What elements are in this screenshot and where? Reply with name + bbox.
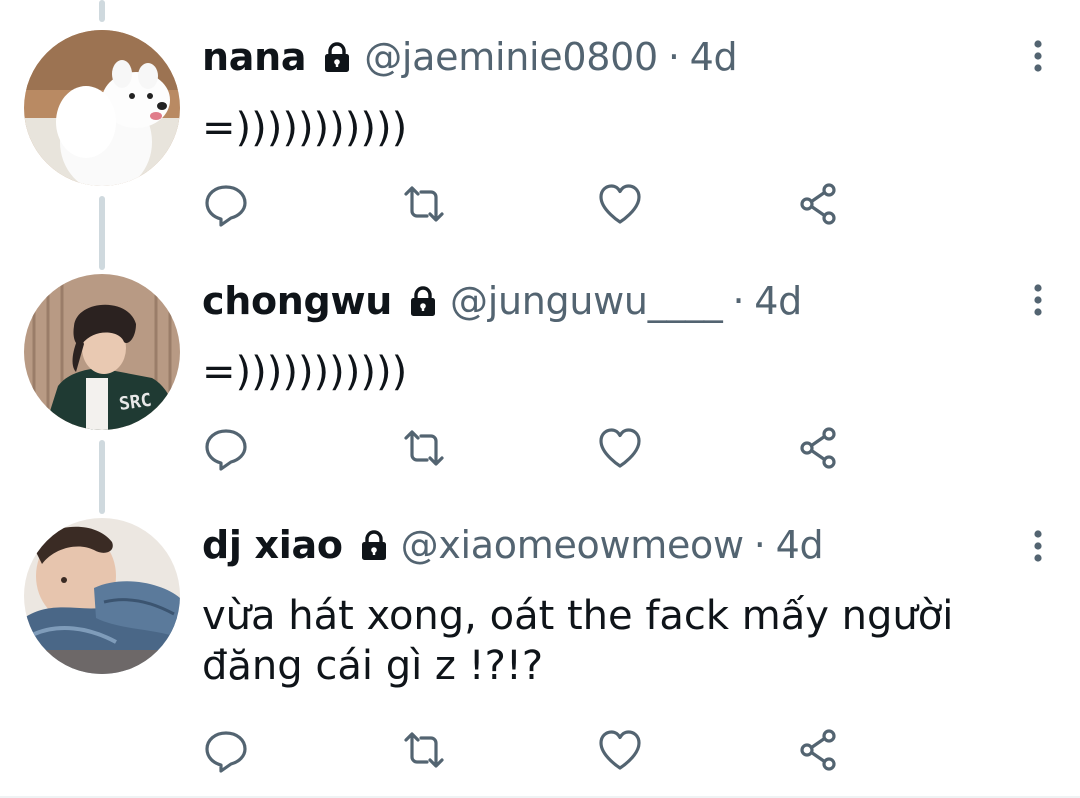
action-bar — [200, 178, 860, 230]
avatar[interactable] — [24, 518, 180, 674]
avatar-samoyed-dog-photo — [24, 30, 180, 186]
separator-dot: · — [732, 279, 745, 323]
svg-text:SRC: SRC — [118, 390, 153, 415]
more-options-icon[interactable] — [1026, 38, 1050, 74]
avatar-person-jacket-photo: SRC — [24, 274, 180, 430]
avatar[interactable] — [24, 30, 180, 186]
separator-dot: · — [667, 35, 680, 79]
more-options-icon[interactable] — [1026, 282, 1050, 318]
share-icon[interactable] — [794, 422, 846, 474]
reply-tweet-1[interactable]: nana @jaeminie0800 · 4d =))))))))))) — [0, 0, 1080, 250]
like-icon[interactable] — [594, 178, 646, 230]
timestamp[interactable]: 4d — [690, 35, 738, 79]
action-bar — [200, 422, 860, 474]
lock-icon — [406, 284, 440, 318]
reply-tweet-3[interactable]: dj xiao @xiaomeowmeow · 4d vừa hát xong,… — [0, 500, 1080, 796]
reply-icon[interactable] — [200, 178, 252, 230]
lock-icon — [320, 40, 354, 74]
reply-tweet-2[interactable]: SRC chongwu @junguwu____ · 4d =)))))))))… — [0, 250, 1080, 500]
like-icon[interactable] — [594, 724, 646, 776]
retweet-icon[interactable] — [398, 178, 450, 230]
reply-icon[interactable] — [200, 724, 252, 776]
lock-icon — [357, 528, 391, 562]
tweet-header: dj xiao @xiaomeowmeow · 4d — [202, 520, 824, 570]
user-handle[interactable]: @xiaomeowmeow — [401, 523, 744, 567]
tweet-header: nana @jaeminie0800 · 4d — [202, 32, 738, 82]
avatar[interactable]: SRC — [24, 274, 180, 430]
tweet-header: chongwu @junguwu____ · 4d — [202, 276, 802, 326]
user-handle[interactable]: @junguwu____ — [450, 279, 723, 323]
like-icon[interactable] — [594, 422, 646, 474]
more-options-icon[interactable] — [1026, 528, 1050, 564]
tweet-text: =))))))))))) — [202, 105, 408, 151]
timestamp[interactable]: 4d — [754, 279, 802, 323]
display-name[interactable]: dj xiao — [202, 523, 343, 567]
avatar-person-denim-photo — [24, 518, 180, 674]
display-name[interactable]: chongwu — [202, 279, 392, 323]
separator-dot: · — [753, 523, 766, 567]
tweet-text: =))))))))))) — [202, 349, 408, 395]
retweet-icon[interactable] — [398, 724, 450, 776]
timestamp[interactable]: 4d — [776, 523, 824, 567]
tweet-text: vừa hát xong, oát the fack mấy người đăn… — [202, 593, 954, 689]
reply-icon[interactable] — [200, 422, 252, 474]
user-handle[interactable]: @jaeminie0800 — [364, 35, 658, 79]
action-bar — [200, 724, 860, 776]
display-name[interactable]: nana — [202, 35, 307, 79]
share-icon[interactable] — [794, 724, 846, 776]
share-icon[interactable] — [794, 178, 846, 230]
retweet-icon[interactable] — [398, 422, 450, 474]
